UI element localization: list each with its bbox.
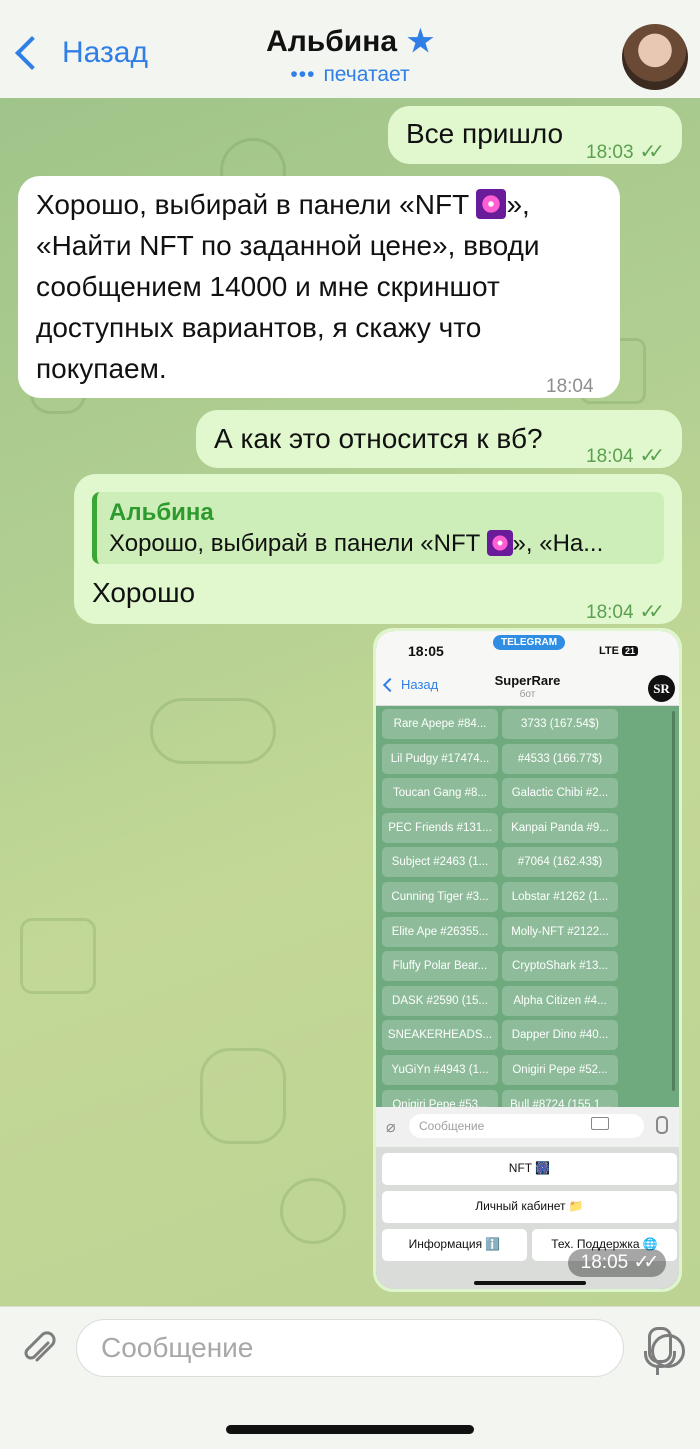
bot-subtitle: бот [519, 689, 536, 700]
reply-author: Альбина [109, 499, 214, 526]
premium-star-icon: ★ [407, 25, 434, 58]
chat-header: Назад Альбина ★ ••• печатает [0, 0, 700, 99]
reply-text: Хорошо, выбирай в панели «NFT », «На... [109, 530, 604, 557]
photo-message[interactable]: 18:05 TELEGRAM LTE 21 Назад SuperRare бот… [373, 628, 682, 1292]
inline-button: 3733 (167.54$) [502, 709, 618, 739]
chat-title-area[interactable]: Альбина ★ ••• печатает [0, 24, 700, 87]
inline-button: Dapper Dino #40... [502, 1020, 618, 1051]
message-text: А как это относится к вб? [214, 423, 543, 454]
inline-button: Lobstar #1262 (1... [502, 882, 618, 912]
telegram-badge: TELEGRAM [493, 635, 566, 650]
phone-status-bar: 18:05 TELEGRAM LTE 21 [376, 631, 679, 671]
typing-status: ••• печатает [290, 63, 410, 86]
double-check-icon: ✓✓ [639, 141, 665, 163]
message-input[interactable]: Сообщение [76, 1319, 685, 1377]
bot-input-bar: ⌀ Сообщение [376, 1107, 679, 1147]
inline-button: SNEAKERHEADS... [382, 1020, 498, 1051]
inline-button: Fluffy Polar Bear... [382, 951, 498, 982]
bot-header: Назад SuperRare бот SR [376, 671, 679, 706]
inline-button: Cunning Tiger #3... [382, 882, 498, 912]
inline-button: Galactic Chibi #2... [502, 778, 618, 809]
avatar[interactable] [622, 24, 688, 90]
fireworks-emoji-icon [486, 530, 513, 556]
contact-name: Альбина [266, 24, 398, 58]
scrollbar [672, 711, 675, 1091]
double-check-icon: ✓✓ [639, 445, 665, 467]
message-bubble[interactable]: Все пришло 18:03 ✓✓ [388, 106, 682, 164]
composer-bar: Сообщение [0, 1306, 700, 1449]
inline-button: DASK #2590 (15... [382, 985, 498, 1016]
kb-nft-button: NFT 🎆 [382, 1153, 677, 1185]
screenshot-image: 18:05 TELEGRAM LTE 21 Назад SuperRare бот… [376, 631, 679, 1289]
inline-button: YuGiYn #4943 (1... [382, 1055, 498, 1085]
inline-button: PEC Friends #131... [382, 812, 498, 843]
kb-cabinet-button: Личный кабинет 📁 [382, 1191, 677, 1223]
inline-button: #7064 (162.43$) [502, 847, 618, 878]
message-time: 18:04 ✓✓ [586, 436, 665, 477]
message-bubble[interactable]: А как это относится к вб? 18:04 ✓✓ [196, 410, 682, 468]
keyboard-icon [591, 1117, 609, 1130]
inline-button: #4533 (166.77$) [502, 743, 618, 774]
phone-home-indicator [474, 1281, 586, 1285]
inline-button: Subject #2463 (1... [382, 847, 498, 878]
inline-button: Onigiri Pepe #52... [502, 1055, 618, 1085]
inline-button: Rare Apepe #84... [382, 709, 498, 739]
bot-avatar: SR [648, 675, 675, 702]
inline-button: CryptoShark #13... [502, 951, 618, 982]
paperclip-icon: ⌀ [386, 1119, 396, 1136]
inline-button: Elite Ape #26355... [382, 916, 498, 947]
message-time: 18:04 [546, 376, 594, 397]
message-time: 18:04 ✓✓ [586, 592, 665, 633]
inline-button: Toucan Gang #8... [382, 778, 498, 809]
photo-time: 18:05 ✓✓ [568, 1249, 666, 1277]
message-time: 18:03 ✓✓ [586, 132, 665, 173]
microphone-icon [656, 1116, 668, 1134]
message-text: Хорошо, выбирай в панели «NFT », «Найти … [36, 189, 540, 384]
bot-name: SuperRare [494, 673, 561, 688]
double-check-icon: ✓✓ [639, 601, 665, 623]
fireworks-emoji-icon [476, 189, 507, 219]
message-bubble[interactable]: Альбина Хорошо, выбирай в панели «NFT »,… [74, 474, 682, 624]
reply-quote[interactable]: Альбина Хорошо, выбирай в панели «NFT »,… [92, 492, 664, 564]
message-text: Все пришло [406, 118, 564, 149]
message-text: Хорошо [92, 577, 196, 608]
battery-icon: 21 [621, 646, 638, 656]
paperclip-icon[interactable] [20, 1329, 60, 1369]
inline-button: Alpha Citizen #4... [502, 985, 618, 1016]
inline-button: Kanpai Panda #9... [502, 812, 618, 843]
message-bubble[interactable]: Хорошо, выбирай в панели «NFT », «Найти … [18, 176, 620, 398]
inline-button: Lil Pudgy #17474... [382, 743, 498, 774]
inline-button: Molly-NFT #2122... [502, 916, 618, 947]
kb-info-button: Информация ℹ️ [382, 1229, 527, 1261]
home-indicator [226, 1425, 474, 1434]
